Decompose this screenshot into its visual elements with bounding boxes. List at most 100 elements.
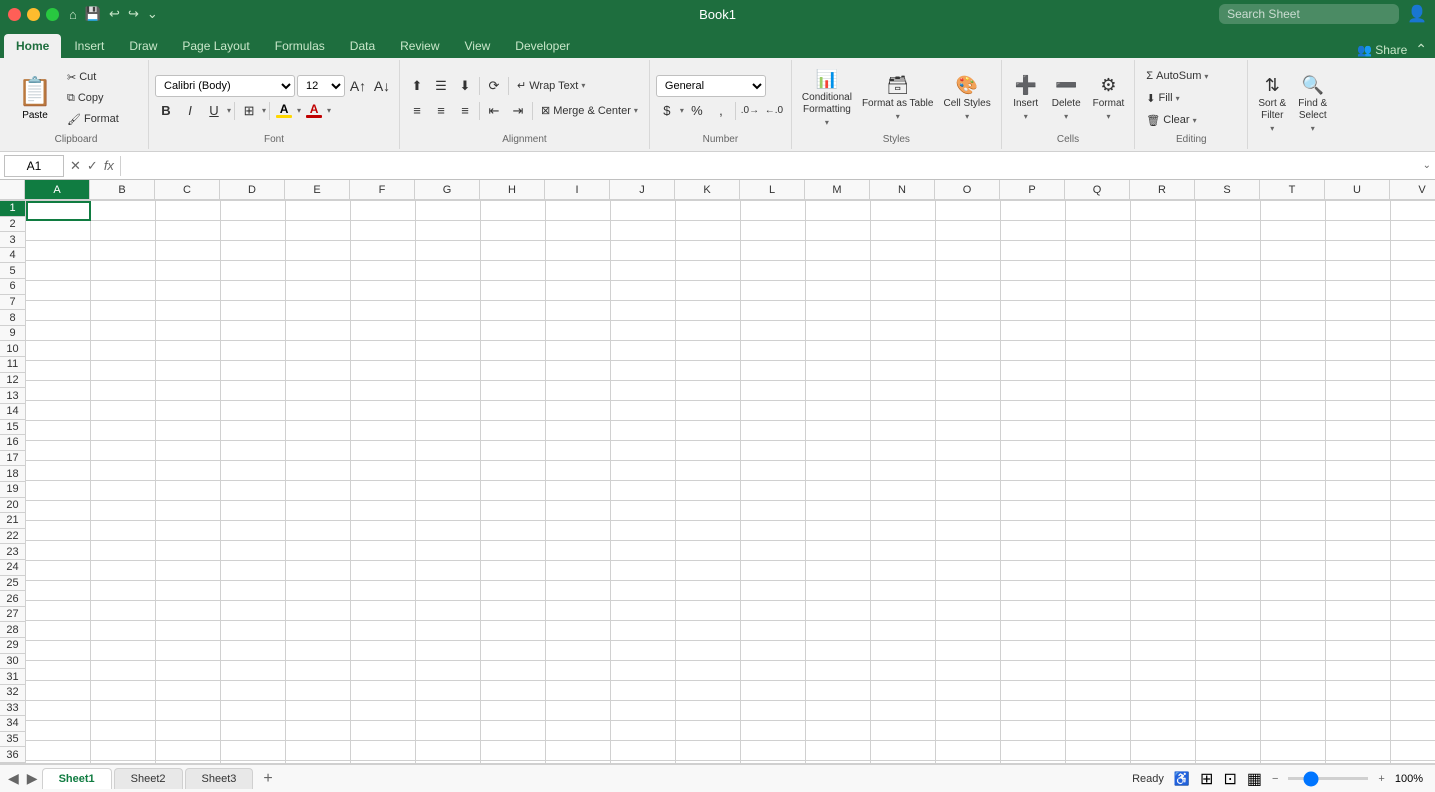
grid-cell[interactable] [156,541,221,561]
grid-cell[interactable] [26,741,91,761]
currency-button[interactable]: $ [656,100,678,122]
grid-cell[interactable] [546,541,611,561]
grid-cell[interactable] [1326,281,1391,301]
grid-cell[interactable] [741,361,806,381]
grid-cell[interactable] [741,201,806,221]
grid-cell[interactable] [156,361,221,381]
grid-cell[interactable] [546,701,611,721]
grid-cell[interactable] [546,381,611,401]
tab-review[interactable]: Review [388,34,451,58]
row-num-1[interactable]: 1 [0,201,25,217]
grid-cell[interactable] [26,481,91,501]
delete-dropdown[interactable]: ▾ [1064,112,1068,121]
sf-dropdown[interactable]: ▾ [1270,124,1274,133]
underline-dropdown[interactable]: ▾ [227,106,231,115]
col-header-G[interactable]: G [415,180,480,200]
grid-cell[interactable] [351,621,416,641]
grid-cell[interactable] [286,561,351,581]
grid-cell[interactable] [936,441,1001,461]
grid-cell[interactable] [1131,341,1196,361]
grid-cell[interactable] [936,521,1001,541]
grid-cell[interactable] [611,741,676,761]
grid-cell[interactable] [286,621,351,641]
grid-cell[interactable] [1131,221,1196,241]
grid-cell[interactable] [481,721,546,741]
grid-cell[interactable] [546,441,611,461]
grid-cell[interactable] [416,421,481,441]
grid-cell[interactable] [481,261,546,281]
align-right-button[interactable]: ≡ [454,100,476,122]
grid-cell[interactable] [1001,741,1066,761]
grid-cell[interactable] [741,661,806,681]
grid-cell[interactable] [221,341,286,361]
row-num-14[interactable]: 14 [0,404,25,420]
grid-cell[interactable] [1196,241,1261,261]
row-num-5[interactable]: 5 [0,263,25,279]
grid-cell[interactable] [871,441,936,461]
grid-cell[interactable] [676,501,741,521]
grid-cell[interactable] [221,281,286,301]
grid-cell[interactable] [1261,721,1326,741]
grid-cell[interactable] [156,281,221,301]
grid-cell[interactable] [741,601,806,621]
grid-cell[interactable] [1326,661,1391,681]
grid-cell[interactable] [546,581,611,601]
tab-home[interactable]: Home [4,34,61,58]
grid-cell[interactable] [1001,421,1066,441]
grid-cell[interactable] [416,561,481,581]
grid-cell[interactable] [936,721,1001,741]
grid-cell[interactable] [806,361,871,381]
grid-cell[interactable] [221,561,286,581]
grid-cell[interactable] [1131,541,1196,561]
grid-cell[interactable] [156,461,221,481]
grid-cell[interactable] [1066,741,1131,761]
sheet-tab-sheet2[interactable]: Sheet2 [114,768,183,789]
grid-cell[interactable] [806,561,871,581]
grid-cell[interactable] [1391,201,1435,221]
grid-cell[interactable] [351,501,416,521]
grid-cell[interactable] [806,421,871,441]
col-header-M[interactable]: M [805,180,870,200]
user-icon[interactable]: 👤 [1407,4,1427,24]
grid-cell[interactable] [1196,541,1261,561]
grid-cell[interactable] [1326,321,1391,341]
grid-cell[interactable] [286,381,351,401]
tab-data[interactable]: Data [338,34,387,58]
grid-cell[interactable] [286,681,351,701]
grid-cell[interactable] [936,301,1001,321]
grid-cell[interactable] [26,681,91,701]
grid-cell[interactable] [481,641,546,661]
grid-cell[interactable] [741,241,806,261]
grid-cell[interactable] [156,261,221,281]
row-num-26[interactable]: 26 [0,591,25,607]
grid-cell[interactable] [1391,241,1435,261]
grid-cell[interactable] [806,381,871,401]
grid-cell[interactable] [221,361,286,381]
grid-cell[interactable] [1066,621,1131,641]
grid-cell[interactable] [1196,401,1261,421]
grid-cell[interactable] [481,681,546,701]
grid-cell[interactable] [546,401,611,421]
grid-cell[interactable] [351,681,416,701]
grid-cell[interactable] [741,621,806,641]
grid-cell[interactable] [1326,381,1391,401]
grid-cell[interactable] [1261,641,1326,661]
redo-icon[interactable]: ↪ [128,6,139,22]
tab-insert[interactable]: Insert [62,34,116,58]
grid-cell[interactable] [351,721,416,741]
grid-cell[interactable] [1131,581,1196,601]
grid-cell[interactable] [156,301,221,321]
grid-cell[interactable] [91,521,156,541]
grid-cell[interactable] [1066,241,1131,261]
grid-cell[interactable] [416,581,481,601]
grid-cell[interactable] [1261,601,1326,621]
grid-cell[interactable] [806,581,871,601]
grid-cell[interactable] [416,481,481,501]
grid-cell[interactable] [936,741,1001,761]
grid-cell[interactable] [221,261,286,281]
grid-cell[interactable] [1001,661,1066,681]
grid-cell[interactable] [806,641,871,661]
row-num-29[interactable]: 29 [0,638,25,654]
minimize-button[interactable] [27,8,40,21]
grid-cell[interactable] [481,541,546,561]
